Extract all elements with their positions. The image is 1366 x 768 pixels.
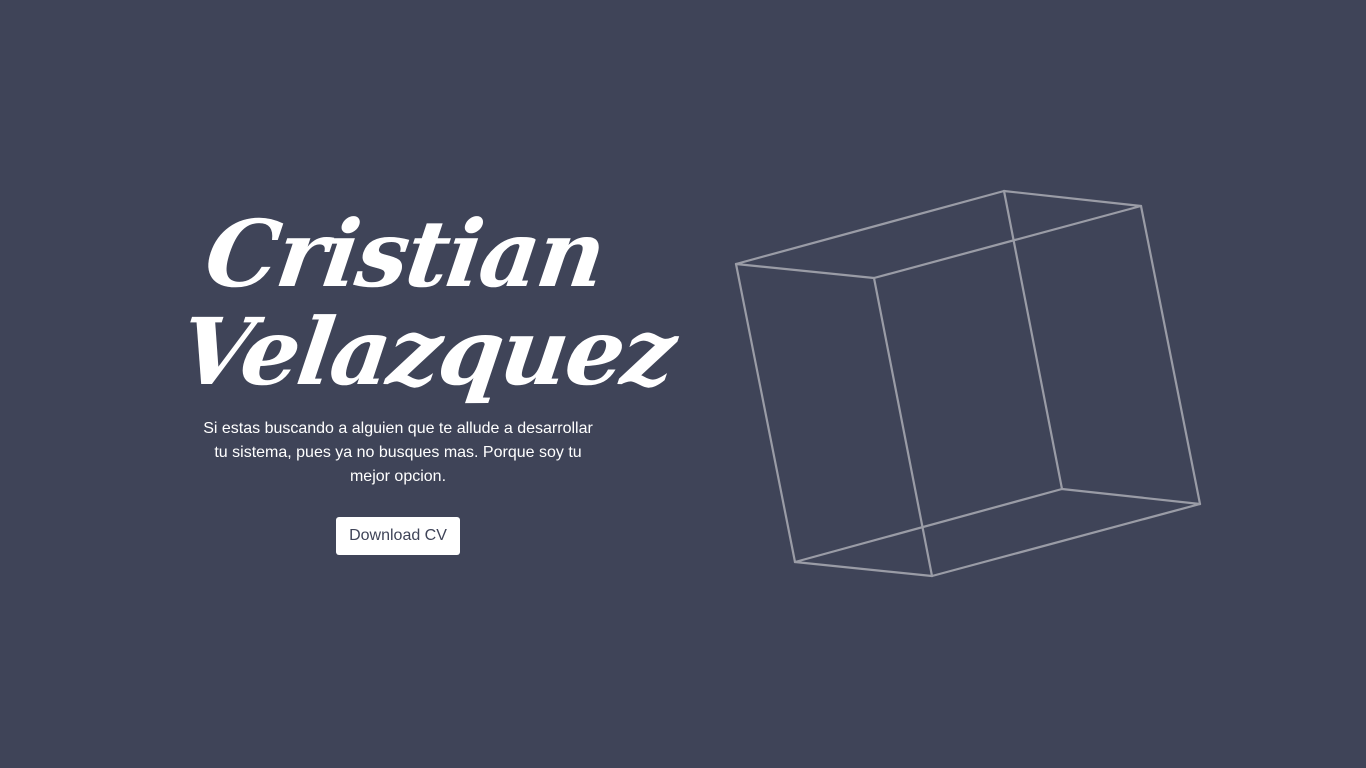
cube-edge [1139, 204, 1202, 506]
hero-name-first: Cristian [199, 200, 611, 308]
hero-name: Cristian Velazquez [173, 200, 681, 406]
hero-description: Si estas buscando a alguien que te allud… [203, 420, 593, 485]
cube-edge [872, 204, 1143, 280]
cube-edge [1002, 189, 1143, 208]
cube-edge [1060, 487, 1202, 506]
cube-edge [930, 502, 1202, 578]
cube-edge [793, 560, 934, 578]
cube-edge [734, 262, 797, 564]
wireframe-cube-icon [734, 189, 1202, 578]
hero-section: Cristian Velazquez Si estas buscando a a… [174, 200, 681, 555]
hero-name-last: Velazquez [173, 298, 681, 406]
cube-edge [872, 276, 934, 578]
download-cv-button[interactable]: Download CV [336, 517, 460, 555]
cube-edge [734, 262, 876, 280]
page: Cristian Velazquez Si estas buscando a a… [0, 0, 1366, 768]
